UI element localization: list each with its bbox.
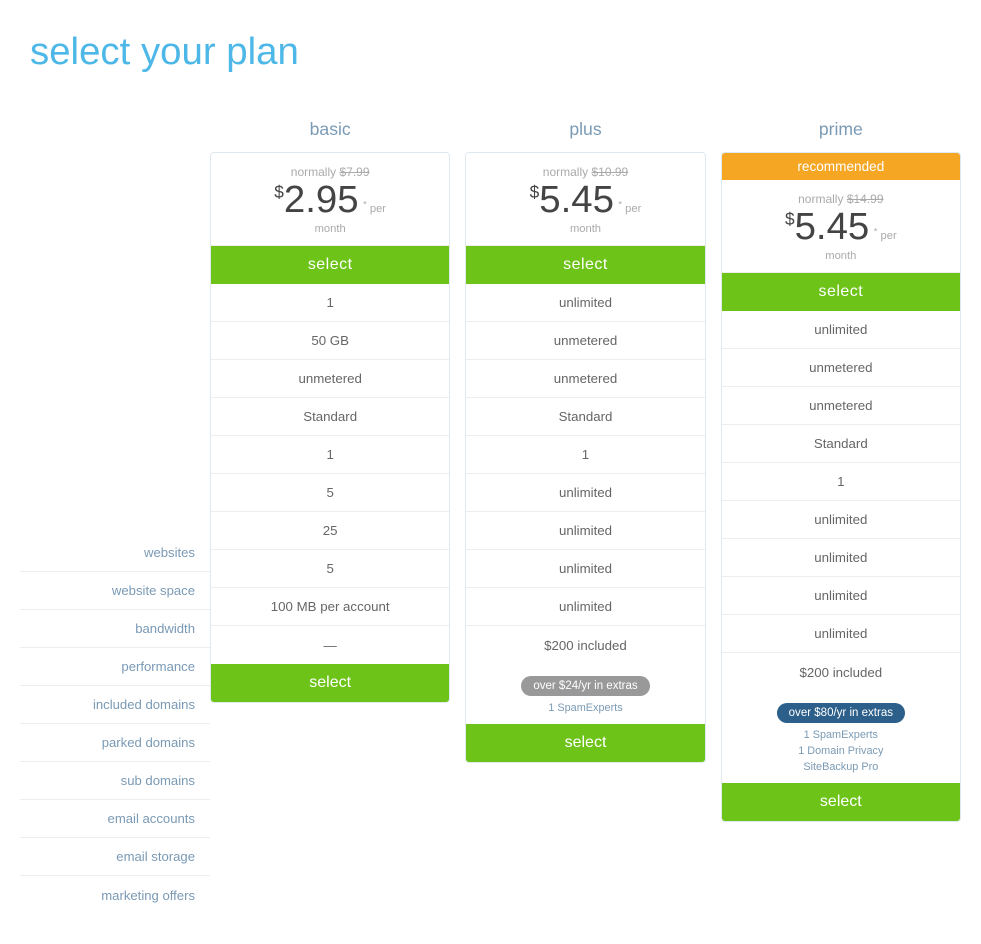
plan-basic-included-domains: 1 [211,436,449,474]
plan-prime-websites: unlimited [722,311,960,349]
plan-basic-name: basic [210,114,450,144]
plan-plus-space: unmetered [466,322,704,360]
plan-basic-email-storage: 100 MB per account [211,588,449,626]
plan-plus-email-accounts: unlimited [466,550,704,588]
feature-label-website-space: website space [20,572,210,610]
feature-label-websites: websites [20,534,210,572]
feature-col-spacer [20,324,210,534]
plan-plus-spamexperts: 1 SpamExperts [476,700,694,716]
plan-prime-price: $5.45 * permonth [732,208,950,264]
plans-wrapper: websites website space bandwidth perform… [20,114,961,914]
plan-basic-websites: 1 [211,284,449,322]
plan-prime-email-accounts: unlimited [722,577,960,615]
plans-columns: basic normally $7.99 $2.95 * permonth se… [210,114,961,822]
plan-plus-marketing: $200 included [466,626,704,664]
plan-plus-sub-domains: unlimited [466,512,704,550]
plan-basic-bandwidth: unmetered [211,360,449,398]
plan-basic-price: $2.95 * permonth [221,181,439,237]
plan-basic-select-bottom[interactable]: select [211,664,449,702]
plan-plus-select-top[interactable]: select [466,246,704,284]
plan-prime-sub-domains: unlimited [722,539,960,577]
plan-prime-extras: over $80/yr in extras 1 SpamExperts 1 Do… [722,691,960,783]
plan-plus-performance: Standard [466,398,704,436]
plan-plus-card: normally $10.99 $5.45 * permonth select … [465,152,705,763]
plan-prime-spamexperts: 1 SpamExperts [732,727,950,743]
plan-basic-parked-domains: 5 [211,474,449,512]
plan-basic-performance: Standard [211,398,449,436]
plan-prime-name: prime [721,114,961,144]
plan-plus-pricing: normally $10.99 $5.45 * permonth [466,153,704,246]
plan-plus-email-storage: unlimited [466,588,704,626]
plan-prime-recommended-badge: recommended [722,153,960,180]
plan-plus-included-domains: 1 [466,436,704,474]
plan-prime-parked-domains: unlimited [722,501,960,539]
plan-basic-email-accounts: 5 [211,550,449,588]
plan-prime-select-top[interactable]: select [722,273,960,311]
plan-prime-domain-privacy: 1 Domain Privacy [732,743,950,759]
feature-label-included-domains: included domains [20,686,210,724]
plan-plus-websites: unlimited [466,284,704,322]
plan-basic: basic normally $7.99 $2.95 * permonth se… [210,114,450,822]
plan-plus-select-bottom[interactable]: select [466,724,704,762]
plan-basic-pricing: normally $7.99 $2.95 * permonth [211,153,449,246]
plan-plus-extras: over $24/yr in extras 1 SpamExperts [466,664,704,724]
plan-prime-card: recommended normally $14.99 $5.45 * perm… [721,152,961,822]
page-title: select your plan [20,30,961,74]
plan-plus-extras-badge: over $24/yr in extras [521,676,649,696]
plan-prime-space: unmetered [722,349,960,387]
plan-plus-features: unlimited unmetered unmetered Standard 1… [466,284,704,664]
plan-prime-pricing: normally $14.99 $5.45 * permonth [722,180,960,273]
plan-prime-select-bottom[interactable]: select [722,783,960,821]
feature-label-email-accounts: email accounts [20,800,210,838]
plan-basic-sub-domains: 25 [211,512,449,550]
plan-prime-extras-badge: over $80/yr in extras [777,703,905,723]
plan-prime-included-domains: 1 [722,463,960,501]
feature-label-email-storage: email storage [20,838,210,876]
plan-plus-price: $5.45 * permonth [476,181,694,237]
plan-plus-parked-domains: unlimited [466,474,704,512]
feature-label-parked-domains: parked domains [20,724,210,762]
plan-prime-email-storage: unlimited [722,615,960,653]
plan-prime-features: unlimited unmetered unmetered Standard 1… [722,311,960,691]
plan-basic-features: 1 50 GB unmetered Standard 1 5 25 5 100 … [211,284,449,664]
plan-prime-performance: Standard [722,425,960,463]
feature-label-performance: performance [20,648,210,686]
feature-label-sub-domains: sub domains [20,762,210,800]
plan-basic-space: 50 GB [211,322,449,360]
plan-prime-sitebackup: SiteBackup Pro [732,759,950,775]
plan-basic-normally: normally $7.99 [221,165,439,179]
plan-plus-normally: normally $10.99 [476,165,694,179]
plan-prime: prime recommended normally $14.99 $5.45 … [721,114,961,822]
feature-label-marketing-offers: marketing offers [20,876,210,914]
features-column: websites website space bandwidth perform… [20,114,210,914]
plan-plus-name: plus [465,114,705,144]
plan-plus: plus normally $10.99 $5.45 * permonth se… [465,114,705,822]
plan-basic-card: normally $7.99 $2.95 * permonth select 1… [210,152,450,703]
plan-prime-bandwidth: unmetered [722,387,960,425]
plan-basic-marketing: — [211,626,449,664]
plan-prime-marketing: $200 included [722,653,960,691]
feature-label-bandwidth: bandwidth [20,610,210,648]
plan-prime-normally: normally $14.99 [732,192,950,206]
plan-plus-bandwidth: unmetered [466,360,704,398]
plan-basic-select-top[interactable]: select [211,246,449,284]
